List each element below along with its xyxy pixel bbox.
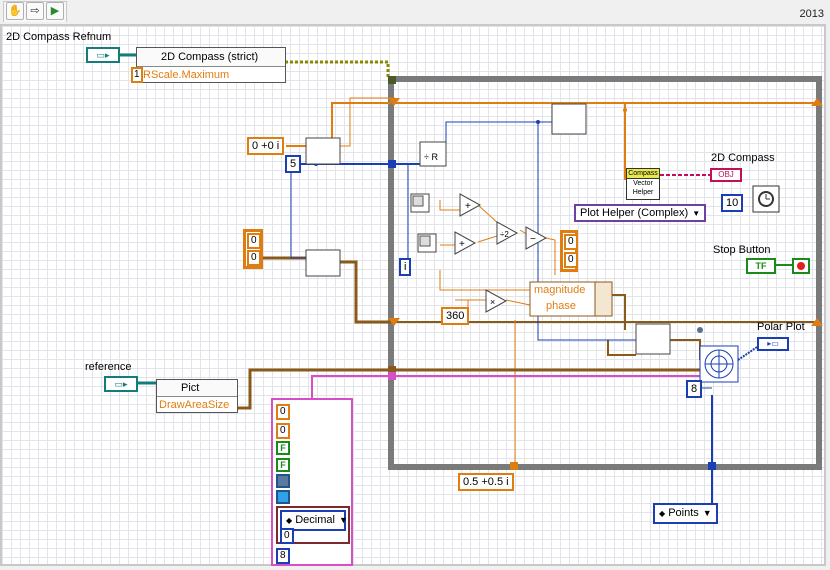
iteration-terminal: i (399, 258, 412, 276)
stop-button-label: Stop Button (713, 244, 771, 256)
unbundle-phase[interactable]: phase (546, 300, 576, 312)
cluster-panel-bool-2[interactable]: F (276, 458, 290, 472)
pict-node-property: DrawAreaSize (159, 399, 230, 411)
cluster-constant[interactable]: 0 0 (243, 229, 263, 269)
svg-text:−: − (530, 234, 536, 245)
subtract-node (525, 226, 548, 250)
cluster-panel-num-1[interactable]: 0 (276, 404, 290, 420)
points-index-constant[interactable]: 8 (686, 380, 703, 398)
magnitude-field-a[interactable]: 0 (564, 234, 578, 250)
compass-vector-helper-node[interactable]: Compass Vector Helper (626, 168, 660, 200)
stop-button-terminal[interactable]: TF (746, 258, 776, 274)
wire-layer: + + ÷2 − × ÷ R (118, 53, 823, 505)
svg-text:÷ R: ÷ R (424, 152, 438, 162)
obj-terminal[interactable]: OBJ (710, 168, 742, 182)
loop-count-constant[interactable]: 5 (285, 155, 302, 173)
property-node-property: RScale.Maximum (143, 69, 230, 81)
pict-node-class: Pict (157, 380, 237, 397)
refnum-label: 2D Compass Refnum (6, 31, 112, 43)
property-node-class: 2D Compass (strict) (137, 48, 285, 67)
chevron-down-icon: ▼ (692, 209, 701, 218)
plot-helper-constant[interactable]: Plot Helper (Complex) ▼ (574, 204, 707, 222)
updown-icon: ◆ (659, 509, 666, 518)
polar-plot-label: Polar Plot (757, 321, 805, 333)
replace-array-1 (551, 103, 587, 135)
chevron-down-icon: ▼ (702, 508, 712, 518)
angle-max-constant[interactable]: 360 (441, 307, 470, 325)
reference-label: reference (85, 361, 132, 373)
complex-zero-constant[interactable]: 0 +0 i (247, 137, 285, 155)
reference-terminal[interactable]: ▭▸ (104, 376, 138, 392)
polar-plot-terminal[interactable]: ▸▭ (757, 337, 789, 351)
cluster-field-a[interactable]: 0 (247, 233, 261, 249)
compass-label: 2D Compass (711, 152, 775, 164)
complex-half-constant[interactable]: 0.5 +0.5 i (458, 473, 514, 491)
wait-ms-constant[interactable]: 10 (721, 194, 744, 212)
pict-property-node[interactable]: Pict DrawAreaSize (156, 379, 238, 413)
svg-text:×: × (490, 297, 495, 307)
svg-text:+: + (459, 239, 465, 250)
property-input-constant[interactable]: 1 (131, 67, 143, 83)
cluster-panel-bool-1[interactable]: F (276, 441, 290, 455)
chevron-down-icon: ▼ (338, 515, 348, 525)
unbundle-magnitude[interactable]: magnitude (534, 284, 585, 296)
build-array-1 (305, 137, 341, 165)
cluster-panel-refnum-1[interactable] (276, 474, 290, 488)
svg-text:+: + (465, 201, 471, 212)
refnum-tunnel (388, 76, 396, 84)
cluster-panel-format-cluster[interactable]: ◆ Decimal ▼ 0 (276, 506, 350, 544)
replace-array-2 (635, 323, 671, 355)
build-array-2 (305, 249, 341, 277)
cluster-panel-refnum-2[interactable] (276, 490, 290, 504)
refnum-out-wire (285, 60, 390, 79)
multiply-node (485, 289, 508, 313)
points-enum[interactable]: ◆ Points ▼ (653, 503, 718, 524)
count-tunnel (388, 160, 396, 168)
labview-block-diagram-window: ✋ ⇨ ▶ 2013 + + ÷2 − × ÷ R 2D Compass Ref… (0, 0, 830, 570)
cluster-panel-num-2[interactable]: 0 (276, 423, 290, 439)
updown-icon: ◆ (286, 516, 293, 525)
complex-shift-wire (331, 102, 391, 150)
cluster-field-b[interactable]: 0 (247, 250, 261, 266)
cluster-panel[interactable]: 0 0 F F ◆ Decimal ▼ 0 8 (271, 398, 353, 566)
format-value[interactable]: 0 (280, 528, 294, 544)
refnum-terminal[interactable]: ▭▸ (86, 47, 120, 63)
svg-text:÷2: ÷2 (500, 230, 509, 239)
compass-property-node[interactable]: 2D Compass (strict) RScale.Maximum (136, 47, 286, 83)
cluster-panel-count[interactable]: 8 (276, 548, 290, 564)
magnitude-cluster-constant[interactable]: 0 0 (560, 230, 578, 272)
magnitude-field-b[interactable]: 0 (564, 252, 578, 268)
add-node-2 (454, 231, 477, 255)
cluster-panel-wire (311, 375, 700, 398)
